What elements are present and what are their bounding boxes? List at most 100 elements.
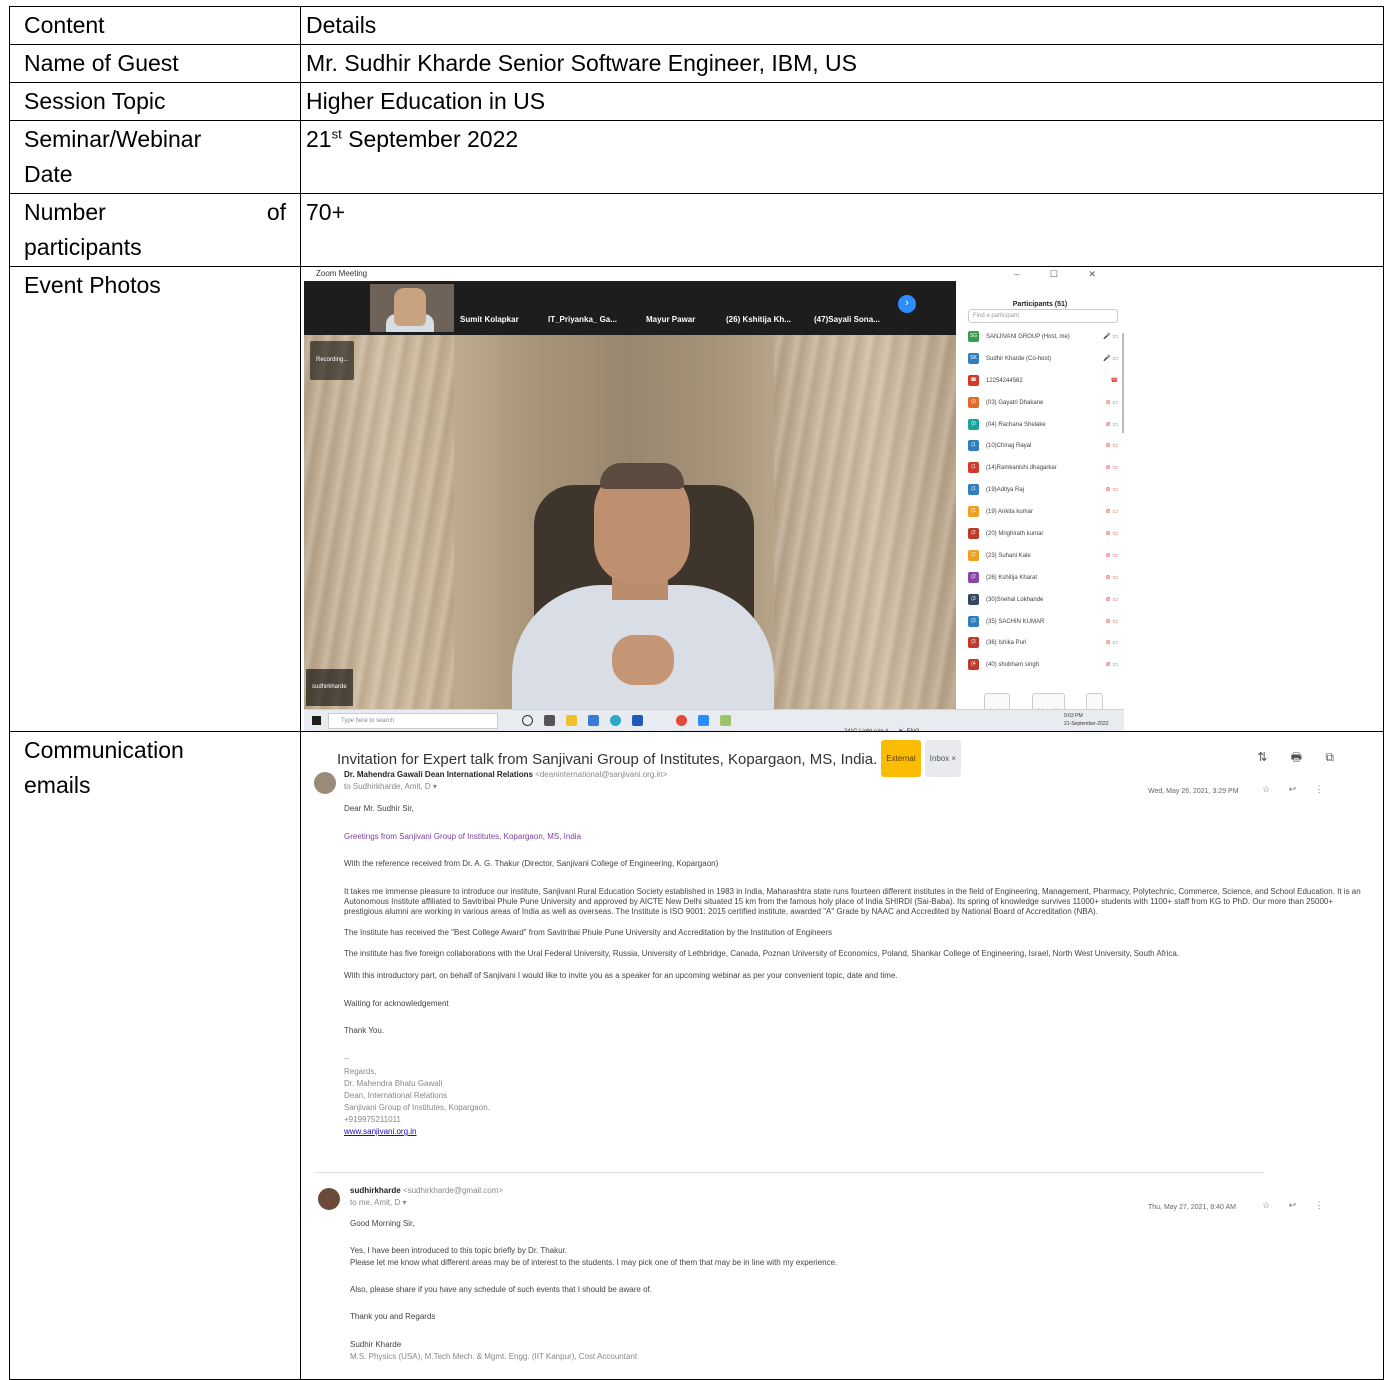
participant-row[interactable]: (3 (35) SACHIN KUMAR ⊘ ▭ [968,614,1118,636]
participant-row[interactable]: (1 (14)Ramkanishi dhagarkar ⊘ ▭ [968,460,1118,482]
participant-row[interactable]: (4 (40) shubham singh ⊘ ▭ [968,657,1118,679]
m1-para3: The institute has five foreign collabora… [344,949,1180,958]
m2-sig2: M.S. Physics (USA), M.Tech Mech. & Mgmt.… [350,1352,638,1361]
m2-to[interactable]: to me, Amit, D ▾ [350,1198,406,1208]
participant-name: Sudhir Kharde (Co-host) [986,355,1052,362]
guest-label: Name of Guest [9,44,301,83]
participant-avatar: ☎ [968,374,979,386]
emails-label-line2: emails [24,772,91,798]
m1-sig2: Dean, International Relations [344,1091,448,1100]
participant-row[interactable]: SK Sudhir Kharde (Co-host) 🎤 ▭ [968,351,1118,373]
participant-status-icon: ⊘ ▭ [1105,531,1118,538]
participant-status-icon: ⊘ ▭ [1105,552,1118,559]
task-view-icon[interactable] [544,715,555,726]
participant-row[interactable]: (2 (23) Suhani Kale ⊘ ▭ [968,548,1118,570]
participant-row[interactable]: (0 (03) Gayatri Dhakane ⊘ ▭ [968,395,1118,417]
participant-name: (20) Mrighirath kumar [986,531,1044,538]
participant-avatar: (3 [968,615,979,627]
participant-row[interactable]: ☎ 12254244582 ☎ [968,373,1118,395]
participant-list: SG SANJIVANI GROUP (Host, me) 🎤 ▭ SK Sudhir … [968,329,1118,679]
file-explorer-icon[interactable] [566,715,577,726]
participant-avatar: (1 [968,462,979,474]
date-value: 21st September 2022 [300,120,1384,194]
participant-name: (30)Snehal Lokhande [986,596,1044,603]
participant-row[interactable]: SG SANJIVANI GROUP (Host, me) 🎤 ▭ [968,329,1118,351]
participant-status-icon: ⊘ ▭ [1105,443,1118,450]
m1-to[interactable]: to Sudhirkharde, Amit, D ▾ [344,782,437,792]
participant-avatar: (2 [968,549,979,561]
participant-avatar: (1 [968,484,979,496]
external-badge: External [881,740,921,777]
cam-person-face [394,288,426,326]
participant-status-icon: 🎤 ▭ [1103,334,1118,340]
m1-actions[interactable]: ☆ ↩ ⋮ [1262,772,1332,807]
participant-row[interactable]: (1 (19)Aditya Raj ⊘ ▭ [968,482,1118,504]
m1-date: Wed, May 26, 2021, 3:29 PM [1148,788,1239,795]
participant-avatar: (3 [968,593,979,605]
inbox-label[interactable]: Inbox × [924,740,962,777]
m1-sender-line: Dr. Mahendra Gawali Dean International R… [344,770,667,780]
participant-status-icon: ⊘ ▭ [1105,487,1118,494]
chrome-icon[interactable] [676,715,687,726]
participant-status-icon: ⊘ ▭ [1105,574,1118,581]
participant-status-icon: ⊘ ▭ [1105,509,1118,516]
video-tile: Mayur PawarMayur Pawar [642,284,720,342]
participant-row[interactable]: (0 (04) Rachana Shelake ⊘ ▭ [968,417,1118,439]
participant-row[interactable]: (3 (36) Ishika Puri ⊘ ▭ [968,635,1118,657]
edge-icon[interactable] [610,715,621,726]
participants-label-word1: Number [24,199,106,225]
thread-action-icons[interactable]: ⇅ 🖶 ⧉ [1257,740,1344,775]
m2-actions[interactable]: ☆ ↩ ⋮ [1262,1188,1332,1223]
m2-line1: Yes, I have been introduced to this topi… [350,1246,568,1255]
guest-value: Mr. Sudhir Kharde Senior Software Engine… [300,44,1384,83]
header-details-cell: Details [300,6,1384,45]
date-label-line2: Date [24,161,73,187]
m2-address: <sudhirkharde@gmail.com> [402,1186,504,1195]
participant-row[interactable]: (1 (10)Chirag Rayal ⊘ ▭ [968,438,1118,460]
store-icon[interactable] [588,715,599,726]
windows-start-icon[interactable] [312,716,321,725]
taskbar-search-input[interactable]: Type here to search [328,713,498,729]
participant-name: (04) Rachana Shelake [986,421,1046,428]
mail-icon[interactable] [632,715,643,726]
message-separator [314,1172,1264,1173]
date-row: Seminar/Webinar Date 21st September 2022 [9,120,1384,194]
participant-avatar: SK [968,352,979,364]
sender-avatar [318,1188,340,1210]
emails-label: Communication emails [9,731,301,1380]
participant-status-icon: ⊘ ▭ [1105,465,1118,472]
participant-row[interactable]: (1 (19) Ankita kumar ⊘ ▭ [968,504,1118,526]
table-header-row: Content Details [9,6,1384,45]
video-tile: (26) Kshitija Kh...(26) Kshitija Kharat [722,284,808,342]
participant-avatar: (1 [968,440,979,452]
system-tray: 24°C Light rain ^ ☁ 🔊 ENG [844,715,920,731]
m1-greetings-line: Greetings from Sanjivani Group of Instit… [344,832,582,841]
cortana-icon[interactable] [522,715,533,726]
next-page-icon[interactable]: › [898,295,916,313]
m1-website-link[interactable]: www.sanjivani.org.in [344,1127,416,1137]
m1-sender[interactable]: Dr. Mahendra Gawali Dean International R… [344,770,533,779]
participant-search-input[interactable]: Find a participant [968,309,1118,323]
video-tile: (47)Sayali Sona...(47)Sayali Sonawane [810,284,894,342]
participant-name: (03) Gayatri Dhakane [986,399,1044,406]
participants-label-line2: participants [24,234,142,260]
participant-avatar: (3 [968,637,979,649]
app-icon[interactable] [720,715,731,726]
participant-row[interactable]: (3 (30)Snehal Lokhande ⊘ ▭ [968,592,1118,614]
participant-status-icon: ☎ [1110,377,1118,384]
panel-scrollbar[interactable] [1122,333,1124,433]
participant-row[interactable]: (2 (26) Kshitija Kharat ⊘ ▭ [968,570,1118,592]
participant-avatar: (2 [968,571,979,583]
participant-row[interactable]: (2 (20) Mrighirath kumar ⊘ ▭ [968,526,1118,548]
m2-date: Thu, May 27, 2021, 8:40 AM [1148,1204,1236,1211]
video-tile-camera: Sanjivani GROUP [370,284,454,342]
gmail-screenshot: Invitation for Expert talk from Sanjivan… [304,732,1374,1372]
photos-row: Event Photos Zoom Meeting – ☐ ✕ Sanjivan… [9,266,1384,732]
zoom-meeting-screenshot: Zoom Meeting – ☐ ✕ Sanjivani GROUP Sumit… [304,267,1124,731]
recording-indicator: Recording... [310,341,355,380]
emails-label-line1: Communication [24,737,184,763]
participant-name: (35) SACHIN KUMAR [986,618,1045,625]
curtain-right [774,335,956,709]
m2-sender[interactable]: sudhirkharde [350,1186,401,1195]
zoom-taskbar-icon[interactable] [698,715,709,726]
